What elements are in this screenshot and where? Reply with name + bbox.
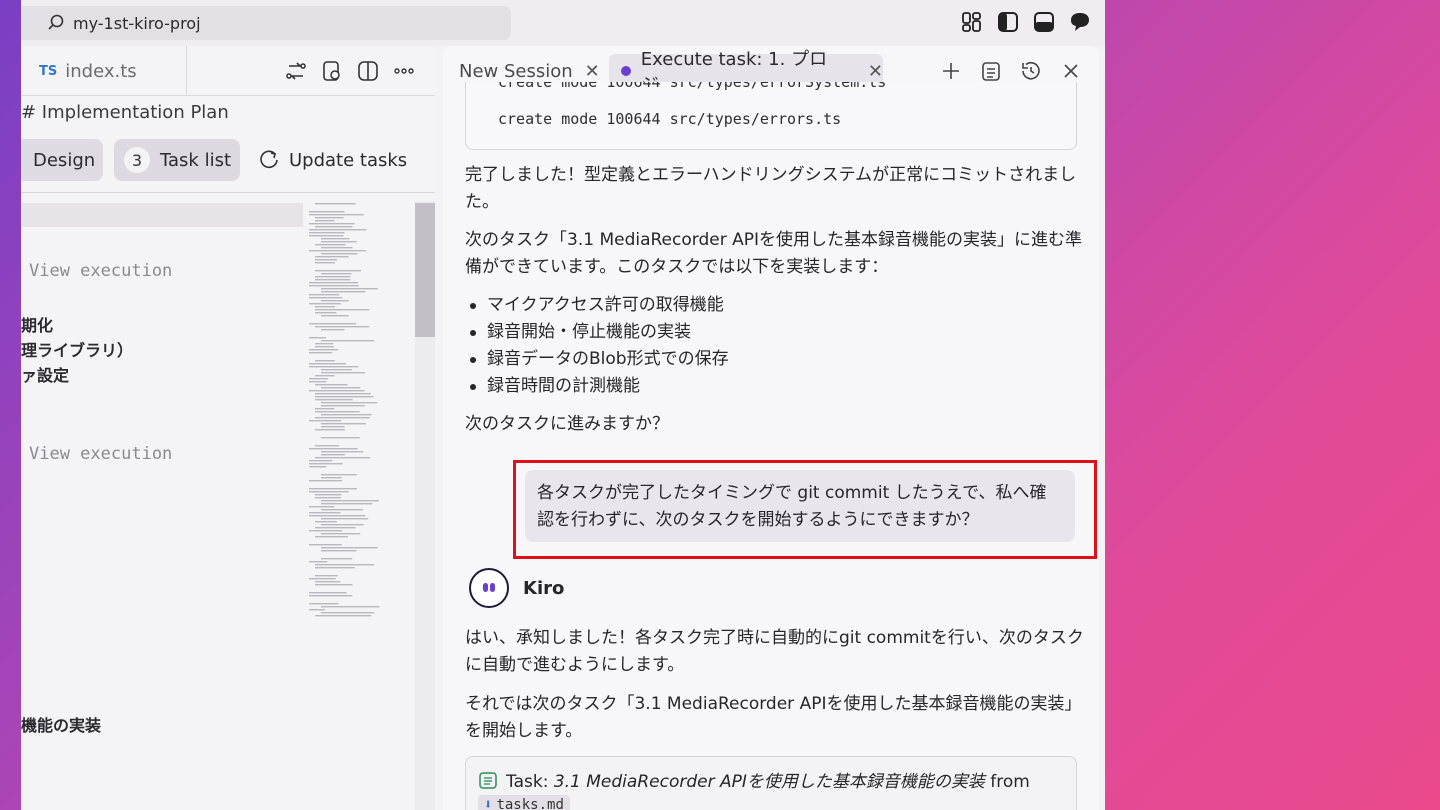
- plan-title: # Implementation Plan: [21, 102, 229, 123]
- assistant-paragraph: はい、承知しました！各タスク完了時に自動的にgit commitを行い、次のタス…: [465, 628, 1084, 675]
- view-execution-link[interactable]: View execution: [29, 444, 172, 464]
- close-panel-icon[interactable]: [1059, 59, 1083, 83]
- markdown-icon: ⬇: [484, 797, 493, 810]
- command-output-block: create mode 100644 src/types/errorSystem…: [465, 82, 1077, 150]
- code-fragment: 機能の実装: [21, 716, 102, 735]
- active-dot-icon: [621, 66, 631, 76]
- scrollbar-thumb[interactable]: [415, 203, 435, 337]
- more-icon[interactable]: [393, 60, 415, 82]
- list-item: 録音開始・停止機能の実装: [465, 319, 729, 346]
- task-card[interactable]: Task: 3.1 MediaRecorder APIを使用した基本録音機能の実…: [465, 756, 1077, 810]
- assistant-paragraph: 完了しました！型定義とエラーハンドリングシステムが正常にコミットされました。: [465, 165, 1077, 212]
- editor-panel: TS index.ts # Implementation Plan Design…: [21, 46, 435, 810]
- task-icon: [479, 772, 497, 789]
- assistant-paragraph: それでは次のタスク「3.1 MediaRecorder APIを使用した基本録音…: [465, 694, 1082, 741]
- typescript-icon: TS: [39, 63, 58, 79]
- update-tasks-button[interactable]: Update tasks: [259, 139, 407, 181]
- command-search[interactable]: my-1st-kiro-proj: [21, 6, 511, 40]
- current-line-highlight: [21, 203, 303, 227]
- close-icon[interactable]: ✕: [868, 61, 883, 82]
- sidebar-left-icon[interactable]: [997, 11, 1019, 33]
- code-line-partial: create mode 100644 src/types/errorSystem…: [498, 82, 887, 91]
- kiro-avatar: [469, 568, 509, 608]
- list-item: 録音データのBlob形式での保存: [465, 346, 729, 373]
- divider: [21, 192, 435, 193]
- assistant-name: Kiro: [523, 578, 565, 599]
- preview-icon[interactable]: [321, 60, 343, 82]
- task-list-label: Task list: [160, 149, 232, 171]
- app-window: my-1st-kiro-proj TS index.ts # Implement…: [21, 0, 1105, 810]
- design-tab-label: Design: [33, 149, 96, 171]
- assistant-paragraph: 次のタスク「3.1 MediaRecorder APIを使用した基本録音機能の実…: [465, 230, 1082, 277]
- code-fragment: ァ設定: [21, 366, 70, 385]
- layout-icon[interactable]: [961, 11, 983, 33]
- task-list-tab[interactable]: 3 Task list: [114, 139, 240, 181]
- compare-icon[interactable]: [285, 60, 307, 82]
- code-fragment: 理ライブラリ）: [21, 341, 134, 360]
- code-fragment: 期化: [21, 316, 54, 335]
- list-item: 録音時間の計測機能: [465, 373, 729, 400]
- title-bar: my-1st-kiro-proj: [21, 0, 1105, 46]
- bullet-list: マイクアクセス許可の取得機能 録音開始・停止機能の実装 録音データのBlob形式…: [465, 292, 729, 400]
- task-suffix: from: [984, 772, 1030, 792]
- editor-tab-bar: TS index.ts: [21, 46, 435, 96]
- list-item: マイクアクセス許可の取得機能: [465, 292, 729, 319]
- file-tab-label: index.ts: [65, 60, 137, 82]
- history-icon[interactable]: [1019, 59, 1043, 83]
- highlight-box: [513, 460, 1097, 559]
- refresh-icon: [260, 150, 278, 169]
- task-list-icon[interactable]: [979, 59, 1003, 83]
- view-execution-link[interactable]: View execution: [29, 261, 172, 281]
- assistant-question: 次のタスクに進みますか？: [465, 414, 669, 434]
- design-tab[interactable]: Design: [21, 139, 103, 181]
- search-icon: [48, 14, 64, 30]
- chat-icon[interactable]: [1069, 11, 1091, 33]
- plus-icon[interactable]: [939, 59, 963, 83]
- task-name: 3.1 MediaRecorder APIを使用した基本録音機能の実装: [553, 772, 985, 792]
- task-prefix: Task:: [506, 772, 554, 792]
- file-chip[interactable]: ⬇ tasks.md: [478, 795, 570, 810]
- minimap[interactable]: [305, 201, 415, 621]
- close-icon[interactable]: ✕: [585, 61, 600, 82]
- tab-new-session-label: New Session: [459, 60, 573, 82]
- split-editor-icon[interactable]: [357, 60, 379, 82]
- chat-panel: New Session ✕ Execute task: 1. プロジ... ✕: [443, 46, 1099, 810]
- search-text: my-1st-kiro-proj: [73, 13, 201, 33]
- update-tasks-label: Update tasks: [289, 149, 408, 171]
- code-line: create mode 100644 src/types/errors.ts: [498, 110, 842, 128]
- file-tab-index-ts[interactable]: TS index.ts: [21, 46, 187, 96]
- panel-bottom-icon[interactable]: [1033, 11, 1055, 33]
- task-list-number: 3: [124, 147, 150, 173]
- file-chip-label: tasks.md: [496, 797, 564, 810]
